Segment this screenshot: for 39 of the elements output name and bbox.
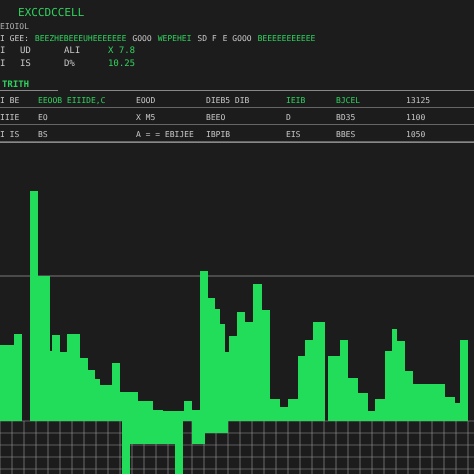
table-cell-text: BD35 <box>336 113 356 122</box>
table-cell-text: I IS <box>0 130 20 139</box>
table-cell-text: EEOOB EIIIDE,C <box>38 96 106 105</box>
stat-value: X 7.8 <box>108 46 136 56</box>
stat-value: 10.25 <box>108 59 136 69</box>
table-cell-text: D <box>286 113 292 122</box>
header-text: GOOO <box>132 34 152 43</box>
table-cell-text: IBPIB <box>206 130 232 139</box>
stat-value: ALI <box>64 46 82 56</box>
table-cell-text: EOOD <box>136 96 156 105</box>
table-cell-text: 1050 <box>406 130 426 139</box>
header-text: SD F <box>197 34 217 43</box>
header-text: BEEEEEEEEEEE <box>258 34 316 43</box>
table-cell-text: I BE <box>0 96 20 105</box>
table-cell-text: BS <box>38 130 49 139</box>
table-cell-text: X M5 <box>136 113 156 122</box>
stat-value: I <box>0 59 6 69</box>
section-title: TRITH <box>0 80 58 91</box>
stat-value: I <box>0 46 6 56</box>
table-cell-text: BEEO <box>206 113 226 122</box>
stat-value: D% <box>64 59 76 69</box>
table-cell-text: 13125 <box>406 96 432 105</box>
table-cell-text: DIEB5 DIB <box>206 96 250 105</box>
header-text: E GOOO <box>222 34 252 43</box>
app-title: EXCCDCCELL <box>17 6 86 19</box>
table-cell-text: BBES <box>336 130 356 139</box>
stat-value: UD <box>20 46 32 56</box>
header-text: I GEE: <box>0 34 29 43</box>
table-cell-text: 1100 <box>406 113 426 122</box>
table-cell-text: BJCEL <box>336 96 362 105</box>
table-cell-text: A = = EBIJEE <box>136 130 195 139</box>
table-cell-text: IIIE <box>0 113 20 122</box>
table-cell-text: EIS <box>286 130 302 139</box>
subtitle: EIOIOL <box>0 22 30 31</box>
header-text: BEEZHEBEEEUHEEEEEEE <box>34 34 126 43</box>
stat-value: IS <box>20 59 32 69</box>
table-cell-text: EO <box>38 113 49 122</box>
header-text: WEPEHEI <box>158 34 192 43</box>
table-cell-text: IEIB <box>286 96 306 105</box>
